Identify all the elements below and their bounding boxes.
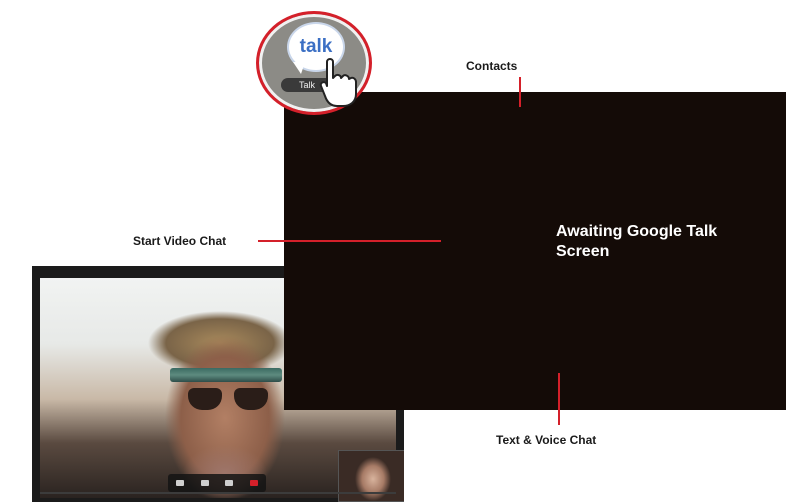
talk-app-magnifier[interactable]: talk Talk [256,11,372,115]
bubble-tail [293,62,305,74]
screen-status-text: Awaiting Google Talk Screen [556,223,718,260]
hat-band [170,368,282,382]
callout-start-video-chat: Start Video Chat [133,234,227,248]
mic-icon[interactable] [225,480,234,486]
leader-text-voice-chat [558,373,560,425]
pointing-hand-icon [319,58,357,107]
video-controls [168,474,266,492]
callout-text-voice-chat: Text & Voice Chat [496,433,597,447]
awaiting-talk-screen: Awaiting Google Talk Screen [284,92,786,410]
sunglasses [188,388,268,410]
leader-start-video-chat [258,240,441,242]
self-view-thumbnail[interactable] [338,450,404,502]
video-progress-bar [40,492,396,494]
camera-icon[interactable] [176,480,185,486]
talk-glyph: talk [299,36,333,57]
callout-contacts: Contacts [466,59,518,73]
switch-camera-icon[interactable] [200,480,209,486]
leader-contacts [519,77,521,107]
end-call-icon[interactable] [249,480,258,486]
